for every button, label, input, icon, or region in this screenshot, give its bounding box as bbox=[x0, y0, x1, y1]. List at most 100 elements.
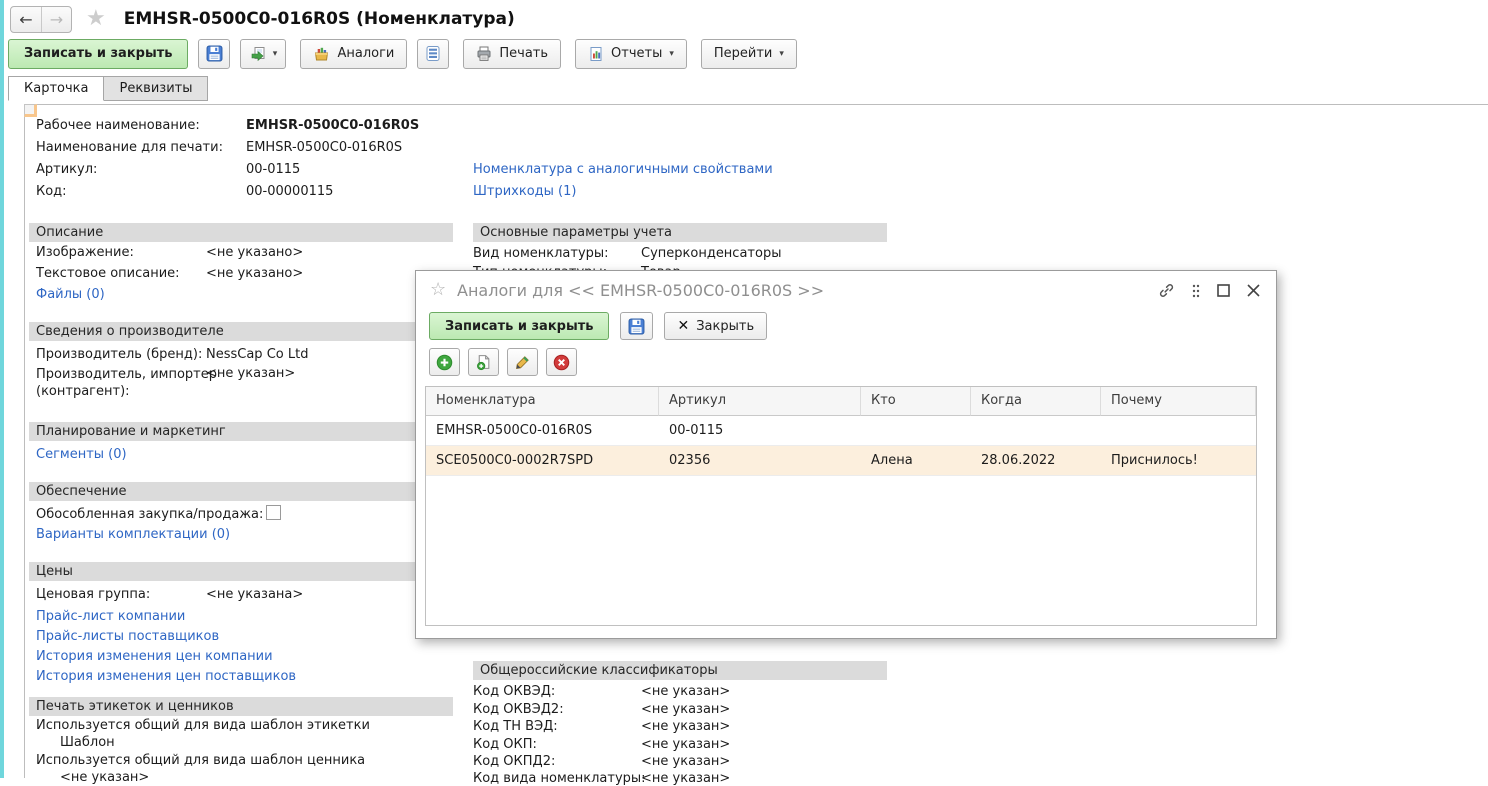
table-cell[interactable] bbox=[1101, 416, 1256, 446]
classifier-value[interactable]: <не указан> bbox=[641, 684, 730, 699]
delete-row-button[interactable] bbox=[546, 348, 577, 376]
dialog-save-button[interactable] bbox=[620, 312, 653, 340]
dialog-window-controls bbox=[1158, 282, 1260, 299]
supplier-price-history-link[interactable]: История изменения цен поставщиков bbox=[36, 669, 296, 684]
price-group-label: Ценовая группа: bbox=[36, 587, 150, 602]
printer-icon bbox=[476, 46, 492, 62]
edit-row-button[interactable] bbox=[507, 348, 538, 376]
nav-history-group: ← → bbox=[10, 6, 72, 33]
column-header[interactable]: Кто bbox=[861, 387, 971, 416]
classifier-value[interactable]: <не указан> bbox=[641, 719, 730, 734]
back-button[interactable]: ← bbox=[11, 7, 41, 32]
dialog-close-button[interactable]: ✕ Закрыть bbox=[664, 312, 767, 340]
save-close-button[interactable]: Записать и закрыть bbox=[8, 39, 188, 69]
section-header-supply: Обеспечение bbox=[29, 482, 453, 501]
image-value[interactable]: <не указано> bbox=[206, 245, 303, 260]
close-x-icon: ✕ bbox=[677, 318, 689, 334]
form-corner-marker bbox=[24, 104, 37, 117]
image-label: Изображение: bbox=[36, 245, 134, 260]
reports-label: Отчеты bbox=[611, 46, 662, 61]
add-icon bbox=[436, 354, 453, 371]
page-title: EMHSR-0500C0-016R0S (Номенклатура) bbox=[124, 9, 515, 29]
column-header[interactable]: Когда bbox=[971, 387, 1101, 416]
table-cell-selected[interactable]: Алена bbox=[861, 446, 971, 476]
table-cell[interactable] bbox=[861, 416, 971, 446]
column-header[interactable]: Почему bbox=[1101, 387, 1256, 416]
dialog-title: Аналоги для << EMHSR-0500C0-016R0S >> bbox=[457, 281, 824, 300]
tab-requisites[interactable]: Реквизиты bbox=[104, 76, 208, 101]
brand-value[interactable]: NessCap Co Ltd bbox=[206, 347, 308, 362]
table-cell[interactable]: 00-0115 bbox=[659, 416, 861, 446]
segments-link[interactable]: Сегменты (0) bbox=[36, 447, 127, 462]
column-header[interactable]: Артикул bbox=[659, 387, 861, 416]
classifier-value[interactable]: <не указан> bbox=[641, 702, 730, 717]
dialog-favorite-star-icon[interactable]: ☆ bbox=[430, 279, 446, 300]
chevron-down-icon: ▾ bbox=[669, 49, 674, 59]
field-value[interactable]: EMHSR-0500C0-016R0S bbox=[246, 140, 402, 155]
dialog-save-close-label: Записать и закрыть bbox=[445, 319, 593, 334]
text-description-value[interactable]: <не указано> bbox=[206, 266, 303, 281]
copy-icon bbox=[250, 46, 266, 62]
table-cell[interactable]: EMHSR-0500C0-016R0S bbox=[426, 416, 659, 446]
list-view-button[interactable] bbox=[417, 39, 449, 69]
dialog-save-close-button[interactable]: Записать и закрыть bbox=[429, 312, 609, 340]
importer-value[interactable]: <не указан> bbox=[206, 366, 295, 381]
nomenclature-kind-label: Вид номенклатуры: bbox=[473, 246, 609, 261]
link-chain-icon[interactable] bbox=[1158, 282, 1175, 299]
add-row-button[interactable] bbox=[429, 348, 460, 376]
save-button[interactable] bbox=[198, 39, 230, 69]
nomenclature-kind-value[interactable]: Суперконденсаторы bbox=[641, 246, 781, 261]
chevron-down-icon: ▾ bbox=[273, 49, 278, 59]
analogs-button[interactable]: Аналоги bbox=[300, 39, 407, 69]
copy-dropdown-button[interactable]: ▾ bbox=[240, 39, 286, 69]
field-value[interactable]: EMHSR-0500C0-016R0S bbox=[246, 118, 419, 133]
separate-purchase-checkbox[interactable] bbox=[266, 505, 281, 520]
more-menu-icon[interactable] bbox=[1192, 284, 1200, 298]
classifier-value[interactable]: <не указан> bbox=[641, 737, 730, 752]
section-header-classifiers: Общероссийские классификаторы bbox=[473, 661, 887, 680]
tab-card[interactable]: Карточка bbox=[8, 76, 104, 101]
window-accent-stripe bbox=[0, 0, 4, 778]
analogs-dialog: ☆ Аналоги для << EMHSR-0500C0-016R0S >> … bbox=[415, 270, 1277, 639]
classifier-value[interactable]: <не указан> bbox=[641, 771, 730, 786]
barcodes-link[interactable]: Штрихкоды (1) bbox=[473, 184, 576, 199]
close-icon[interactable] bbox=[1247, 284, 1260, 297]
favorite-star-icon[interactable]: ★ bbox=[86, 8, 106, 30]
goto-button[interactable]: Перейти ▾ bbox=[701, 39, 797, 69]
kit-variants-link[interactable]: Варианты комплектации (0) bbox=[36, 527, 230, 542]
section-header-description: Описание bbox=[29, 223, 453, 242]
column-header[interactable]: Номенклатура bbox=[426, 387, 659, 416]
classifier-value[interactable]: <не указан> bbox=[641, 754, 730, 769]
table-cell[interactable] bbox=[971, 416, 1101, 446]
field-label: Рабочее наименование: bbox=[36, 118, 200, 133]
separate-purchase-label: Обособленная закупка/продажа: bbox=[36, 507, 263, 522]
label-template-value[interactable]: Шаблон bbox=[60, 735, 115, 750]
supplier-pricelists-link[interactable]: Прайс-листы поставщиков bbox=[36, 629, 219, 644]
chevron-down-icon: ▾ bbox=[779, 49, 784, 59]
save-floppy-icon bbox=[206, 45, 223, 62]
field-label: Артикул: bbox=[36, 162, 97, 177]
list-icon bbox=[426, 45, 440, 62]
analogs-table: Номенклатура Артикул Кто Когда Почему EM… bbox=[425, 386, 1257, 626]
table-cell-selected[interactable]: 28.06.2022 bbox=[971, 446, 1101, 476]
copy-row-button[interactable] bbox=[468, 348, 499, 376]
files-link[interactable]: Файлы (0) bbox=[36, 287, 105, 302]
reports-button[interactable]: Отчеты ▾ bbox=[575, 39, 687, 69]
print-button[interactable]: Печать bbox=[463, 39, 561, 69]
table-cell-selected[interactable]: Приснилось! bbox=[1101, 446, 1256, 476]
section-header-prices: Цены bbox=[29, 562, 453, 581]
company-pricelist-link[interactable]: Прайс-лист компании bbox=[36, 609, 185, 624]
price-group-value[interactable]: <не указана> bbox=[206, 587, 303, 602]
table-cell-selected[interactable]: SCE0500C0-0002R7SPD bbox=[426, 446, 659, 476]
analog-properties-link[interactable]: Номенклатура с аналогичными свойствами bbox=[473, 162, 773, 177]
page-tabs: Карточка Реквизиты bbox=[8, 76, 208, 101]
field-value[interactable]: 00-0115 bbox=[246, 162, 300, 177]
company-price-history-link[interactable]: История изменения цен компании bbox=[36, 649, 273, 664]
goto-label: Перейти bbox=[714, 46, 773, 61]
edit-pencil-icon bbox=[514, 354, 531, 371]
back-icon: ← bbox=[19, 10, 32, 29]
field-value[interactable]: 00-00000115 bbox=[246, 184, 333, 199]
maximize-icon[interactable] bbox=[1217, 284, 1230, 297]
forward-button[interactable]: → bbox=[41, 7, 71, 32]
table-cell-selected[interactable]: 02356 bbox=[659, 446, 861, 476]
